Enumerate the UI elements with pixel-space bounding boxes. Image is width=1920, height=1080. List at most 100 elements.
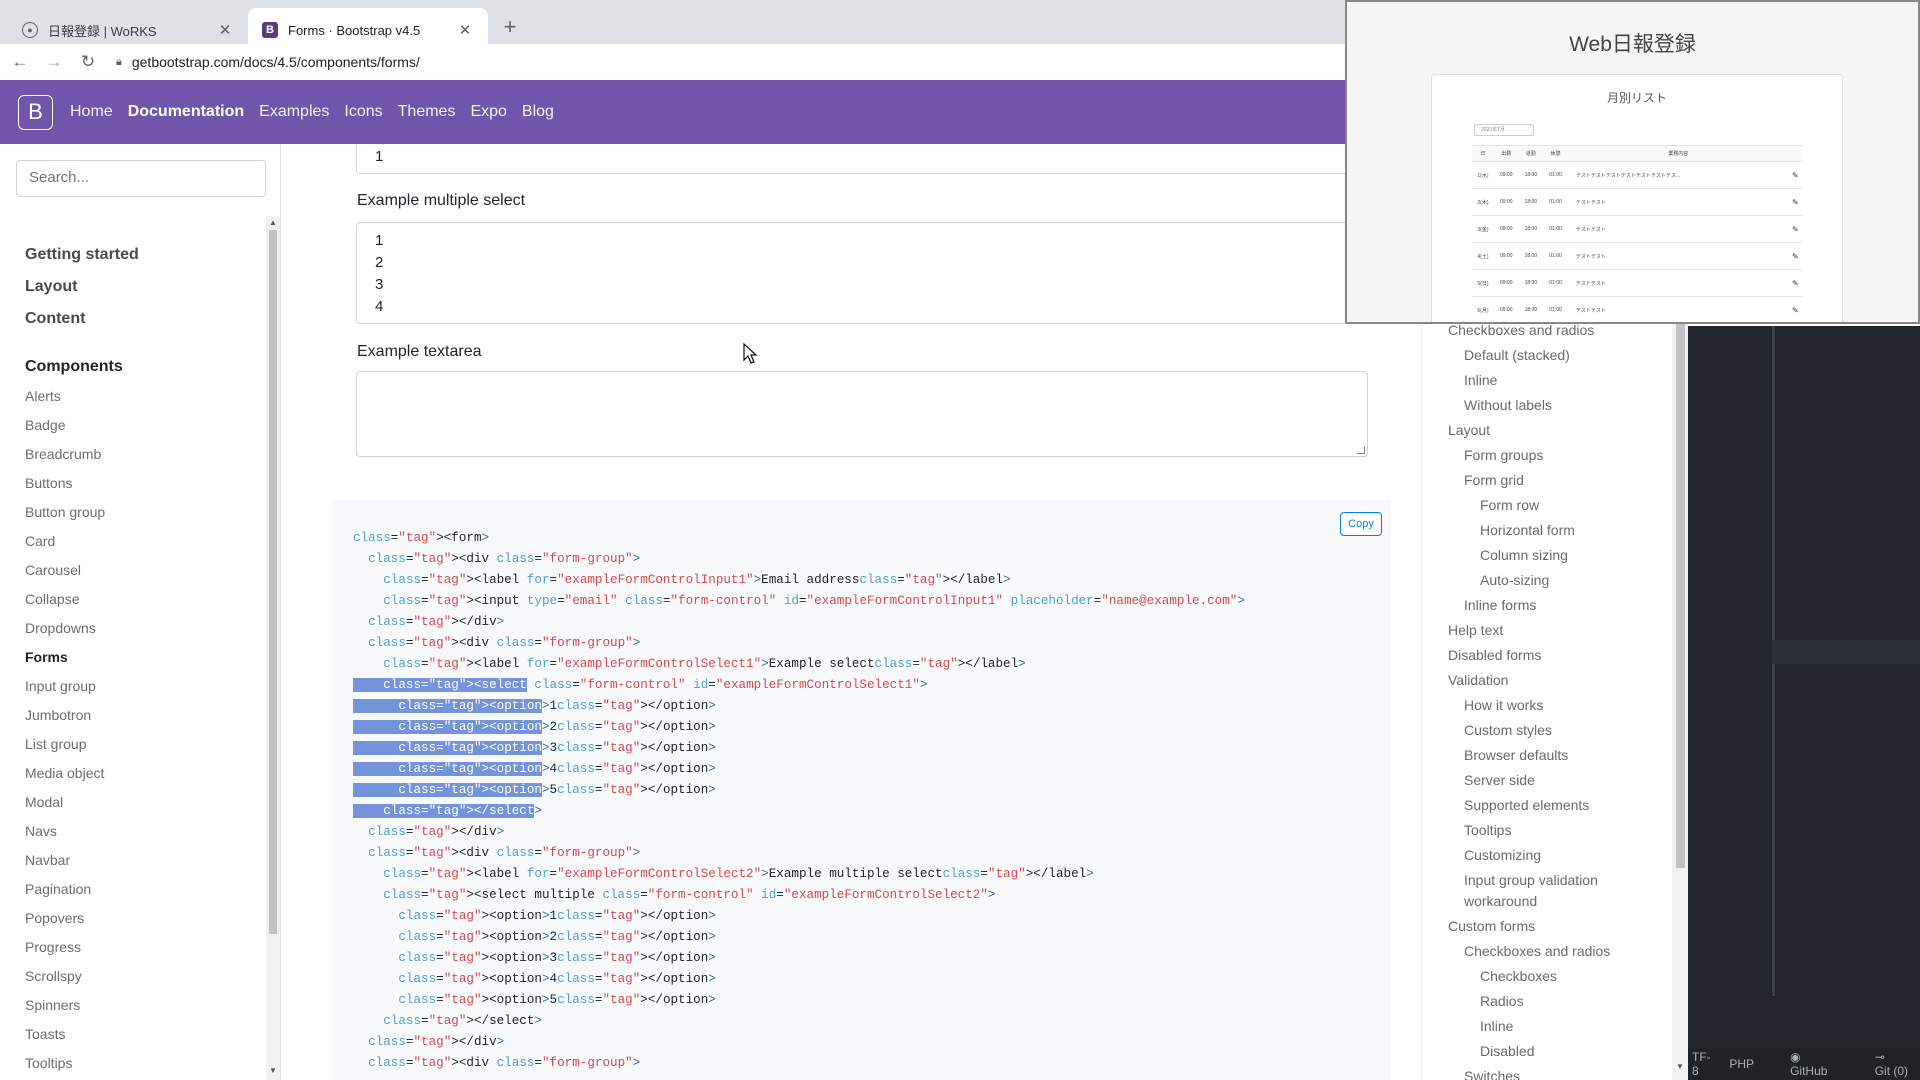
sidebar-item-forms[interactable]: Forms — [25, 649, 68, 665]
toc-link[interactable]: Radios — [1480, 993, 1524, 1009]
sidebar-item-buttons[interactable]: Buttons — [25, 475, 72, 491]
sidebar-item-card[interactable]: Card — [25, 533, 55, 549]
toc-link[interactable]: Checkboxes and radios — [1464, 943, 1610, 959]
toc-link[interactable]: How it works — [1464, 697, 1543, 713]
sidebar-group-layout[interactable]: Layout — [25, 278, 77, 296]
sidebar-item-toasts[interactable]: Toasts — [25, 1026, 65, 1042]
edit-pencil-icon[interactable]: ✎ — [1788, 296, 1802, 322]
sidebar-item-list-group[interactable]: List group — [25, 736, 86, 752]
sidebar-scrollbar[interactable]: ▲ ▼ — [266, 216, 280, 1080]
select-option[interactable]: 4 — [375, 298, 383, 315]
nav-link-blog[interactable]: Blog — [522, 103, 554, 121]
select-option[interactable]: 3 — [375, 276, 383, 293]
sidebar-item-scrollspy[interactable]: Scrollspy — [25, 968, 82, 984]
toc-link[interactable]: Browser defaults — [1464, 747, 1568, 763]
sidebar-item-button-group[interactable]: Button group — [25, 504, 105, 520]
sidebar-item-badge[interactable]: Badge — [25, 417, 65, 433]
example-textarea[interactable] — [356, 371, 1368, 457]
sidebar-item-modal[interactable]: Modal — [25, 794, 63, 810]
toc-link[interactable]: Custom styles — [1464, 722, 1552, 738]
toc-link[interactable]: Customizing — [1464, 847, 1541, 863]
toc-link[interactable]: Input group validation — [1464, 872, 1598, 888]
toc-link[interactable]: Horizontal form — [1480, 522, 1575, 538]
toc-link[interactable]: Inline — [1464, 372, 1497, 388]
reload-icon[interactable]: ↻ — [74, 52, 102, 72]
scroll-down-icon[interactable]: ▼ — [269, 1066, 277, 1075]
sidebar-item-tooltips[interactable]: Tooltips — [25, 1055, 72, 1071]
status-git[interactable]: ⊸ Git (0) — [1857, 1050, 1920, 1078]
sidebar-item-input-group[interactable]: Input group — [25, 678, 96, 694]
edit-pencil-icon[interactable]: ✎ — [1788, 161, 1802, 189]
scroll-up-icon[interactable]: ▲ — [269, 218, 277, 227]
forward-icon[interactable]: → — [40, 52, 68, 72]
edit-pencil-icon[interactable]: ✎ — [1788, 215, 1802, 243]
toc-link[interactable]: Column sizing — [1480, 547, 1568, 563]
multiple-select[interactable]: 1 2 3 4 — [356, 222, 1411, 324]
new-tab-button[interactable]: + — [496, 14, 524, 40]
sidebar-group-getting-started[interactable]: Getting started — [25, 246, 139, 264]
toc-link[interactable]: Layout — [1448, 422, 1490, 438]
select-option[interactable]: 1 — [375, 232, 383, 249]
sidebar-item-progress[interactable]: Progress — [25, 939, 81, 955]
toc-link[interactable]: Tooltips — [1464, 822, 1511, 838]
toc-link[interactable]: Auto-sizing — [1480, 572, 1549, 588]
sidebar-item-popovers[interactable]: Popovers — [25, 910, 84, 926]
toc-link[interactable]: Disabled — [1480, 1043, 1534, 1059]
toc-link[interactable]: Default (stacked) — [1464, 347, 1570, 363]
nav-link-themes[interactable]: Themes — [398, 103, 456, 121]
toc-link[interactable]: Checkboxes and radios — [1448, 322, 1594, 338]
status-language[interactable]: PHP — [1729, 1057, 1754, 1071]
copy-button[interactable]: Copy — [1340, 512, 1382, 536]
toc-link[interactable]: Form grid — [1464, 472, 1524, 488]
sidebar-item-jumbotron[interactable]: Jumbotron — [25, 707, 91, 723]
sidebar-item-collapse[interactable]: Collapse — [25, 591, 79, 607]
toc-link[interactable]: Supported elements — [1464, 797, 1589, 813]
toc-link[interactable]: Switches — [1464, 1068, 1520, 1080]
sidebar-item-pagination[interactable]: Pagination — [25, 881, 91, 897]
month-select[interactable]: 2020年7月 — [1474, 124, 1534, 136]
toc-link[interactable]: Inline forms — [1464, 597, 1536, 613]
nav-link-examples[interactable]: Examples — [259, 103, 329, 121]
search-input[interactable]: Search... — [16, 160, 266, 197]
toc-link[interactable]: Help text — [1448, 622, 1503, 638]
toc-link[interactable]: Form groups — [1464, 447, 1543, 463]
sidebar-item-spinners[interactable]: Spinners — [25, 997, 80, 1013]
edit-pencil-icon[interactable]: ✎ — [1788, 188, 1802, 216]
sidebar-item-media-object[interactable]: Media object — [25, 765, 104, 781]
toc-link[interactable]: Disabled forms — [1448, 647, 1541, 663]
edit-pencil-icon[interactable]: ✎ — [1788, 269, 1802, 297]
example-select[interactable]: 1 — [356, 144, 1396, 174]
toc-link[interactable]: Custom forms — [1448, 918, 1535, 934]
toc-link[interactable]: Validation — [1448, 672, 1508, 688]
toc-link[interactable]: Form row — [1480, 497, 1539, 513]
edit-pencil-icon[interactable]: ✎ — [1788, 242, 1802, 270]
resize-handle-icon[interactable] — [1357, 446, 1365, 454]
toc-link[interactable]: Checkboxes — [1480, 968, 1557, 984]
status-github[interactable]: ◉ GitHub — [1772, 1050, 1839, 1078]
sidebar-item-dropdowns[interactable]: Dropdowns — [25, 620, 96, 636]
url-field[interactable]: 🔒︎ getbootstrap.com/docs/4.5/components/… — [116, 54, 420, 70]
status-encoding[interactable]: TF-8 — [1692, 1050, 1711, 1078]
toc-link[interactable]: Server side — [1464, 772, 1535, 788]
close-icon[interactable]: ✕ — [216, 21, 234, 39]
scroll-down-icon[interactable]: ▼ — [1676, 1062, 1684, 1071]
nav-link-documentation[interactable]: Documentation — [128, 103, 244, 121]
close-icon[interactable]: ✕ — [456, 21, 474, 39]
back-icon[interactable]: ← — [6, 52, 34, 72]
toc-link[interactable]: workaround — [1464, 893, 1537, 909]
sidebar-item-navbar[interactable]: Navbar — [25, 852, 70, 868]
sidebar-item-breadcrumb[interactable]: Breadcrumb — [25, 446, 101, 462]
bootstrap-logo[interactable]: B — [18, 94, 53, 130]
toc-link[interactable]: Without labels — [1464, 397, 1552, 413]
sidebar-item-navs[interactable]: Navs — [25, 823, 57, 839]
sidebar-group-content[interactable]: Content — [25, 310, 85, 328]
sidebar-item-carousel[interactable]: Carousel — [25, 562, 81, 578]
nav-link-expo[interactable]: Expo — [470, 103, 506, 121]
nav-link-home[interactable]: Home — [70, 103, 113, 121]
nav-link-icons[interactable]: Icons — [344, 103, 382, 121]
sidebar-item-alerts[interactable]: Alerts — [25, 388, 61, 404]
toc-link[interactable]: Inline — [1480, 1018, 1513, 1034]
sidebar-group-components[interactable]: Components — [25, 358, 123, 376]
select-option[interactable]: 2 — [375, 254, 383, 271]
scrollbar-thumb[interactable] — [269, 230, 277, 934]
